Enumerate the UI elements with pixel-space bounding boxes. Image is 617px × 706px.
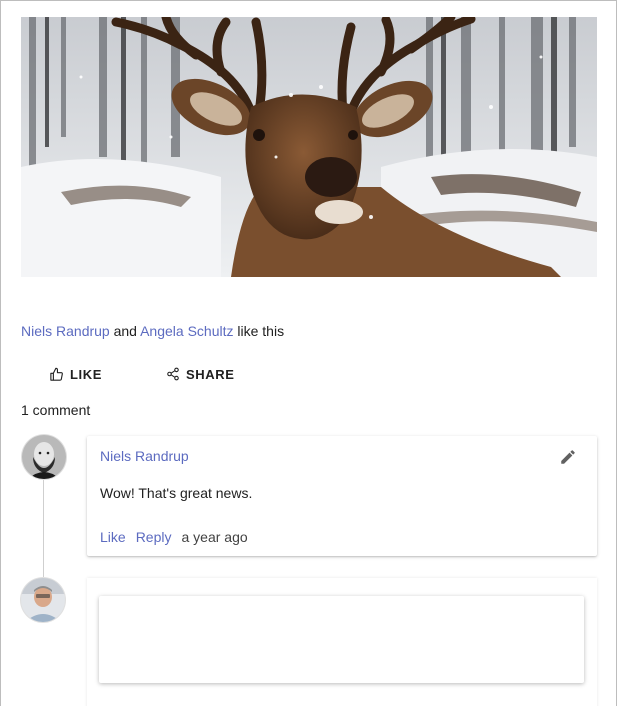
comment-footer: Like Reply a year ago — [100, 529, 248, 545]
post-image — [21, 17, 597, 277]
avatar[interactable] — [21, 578, 65, 622]
thread-connector — [43, 479, 44, 579]
post-actions: LIKE SHARE — [31, 361, 253, 387]
like-button[interactable]: LIKE — [31, 361, 120, 387]
liker-link[interactable]: Angela Schultz — [140, 323, 233, 339]
comment-timestamp: a year ago — [181, 529, 248, 545]
liker-link[interactable]: Niels Randrup — [21, 323, 110, 339]
like-label: LIKE — [70, 366, 103, 382]
thumbs-up-icon — [50, 367, 63, 381]
comment-count: 1 comment — [21, 402, 91, 418]
comment-text: Wow! That's great news. — [100, 485, 253, 501]
reply-input[interactable] — [99, 596, 584, 683]
post-card: Niels Randrup and Angela Schultz like th… — [0, 0, 617, 706]
reply-card — [87, 578, 597, 706]
comment-like-button[interactable]: Like — [100, 529, 126, 545]
likes-summary: Niels Randrup and Angela Schultz like th… — [21, 323, 284, 339]
comment-card: Niels Randrup Wow! That's great news. Li… — [87, 436, 597, 556]
share-icon — [167, 367, 179, 381]
likes-connector: and — [113, 323, 137, 339]
share-button[interactable]: SHARE — [148, 361, 253, 387]
pencil-icon[interactable] — [559, 448, 577, 466]
comment-author[interactable]: Niels Randrup — [100, 448, 189, 464]
avatar[interactable] — [22, 435, 66, 479]
share-label: SHARE — [186, 366, 235, 382]
comment-reply-button[interactable]: Reply — [136, 529, 172, 545]
likes-suffix: like this — [237, 323, 285, 339]
